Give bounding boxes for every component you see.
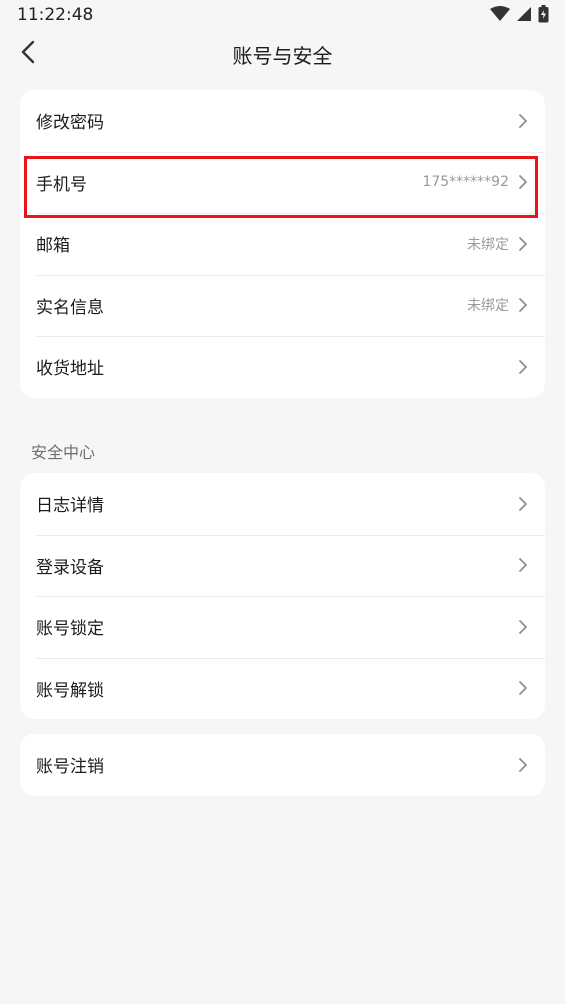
status-bar: 11:22:48: [0, 0, 565, 32]
email-value: 未绑定: [467, 236, 509, 253]
row-shipping-address[interactable]: 收货地址: [20, 336, 545, 398]
deregister-card: 账号注销: [20, 734, 545, 796]
row-label: 收货地址: [36, 359, 104, 380]
row-label: 账号解锁: [36, 680, 104, 701]
chevron-right-icon: [517, 173, 529, 191]
account-card: 修改密码 手机号 175******92 邮箱 未绑定 实名信息 未绑定 收货地…: [20, 90, 545, 398]
row-real-name[interactable]: 实名信息 未绑定: [20, 274, 545, 337]
row-change-password[interactable]: 修改密码: [20, 90, 545, 152]
row-email[interactable]: 邮箱 未绑定: [20, 213, 545, 275]
wifi-icon: [490, 6, 510, 26]
status-icons: [490, 5, 549, 27]
row-login-devices[interactable]: 登录设备: [20, 534, 545, 597]
chevron-right-icon: [517, 112, 529, 130]
chevron-right-icon: [517, 556, 529, 574]
page-title: 账号与安全: [232, 44, 333, 68]
row-label: 账号注销: [36, 757, 104, 778]
chevron-right-icon: [517, 495, 529, 513]
chevron-right-icon: [517, 618, 529, 636]
row-account-unlock[interactable]: 账号解锁: [20, 657, 545, 720]
phone-value: 175******92: [422, 174, 509, 191]
row-log-details[interactable]: 日志详情: [20, 473, 545, 535]
row-label: 实名信息: [36, 297, 104, 318]
row-label: 登录设备: [36, 557, 104, 578]
row-label: 修改密码: [36, 113, 104, 134]
chevron-right-icon: [517, 296, 529, 314]
chevron-right-icon: [517, 679, 529, 697]
battery-icon: [538, 5, 549, 27]
section-title-security: 安全中心: [31, 443, 96, 462]
chevron-right-icon: [517, 358, 529, 376]
row-label: 日志详情: [36, 496, 104, 517]
row-label: 手机号: [36, 174, 87, 195]
nav-bar: 账号与安全: [0, 32, 565, 76]
row-account-deregister[interactable]: 账号注销: [20, 734, 545, 796]
row-label: 邮箱: [36, 236, 70, 257]
status-time: 11:22:48: [17, 5, 94, 25]
real-name-value: 未绑定: [467, 298, 509, 315]
row-label: 账号锁定: [36, 619, 104, 640]
signal-icon: [516, 6, 532, 26]
row-account-lock[interactable]: 账号锁定: [20, 596, 545, 658]
chevron-right-icon: [517, 756, 529, 774]
security-card: 日志详情 登录设备 账号锁定 账号解锁: [20, 473, 545, 719]
row-phone[interactable]: 手机号 175******92: [20, 151, 545, 214]
chevron-right-icon: [517, 235, 529, 253]
